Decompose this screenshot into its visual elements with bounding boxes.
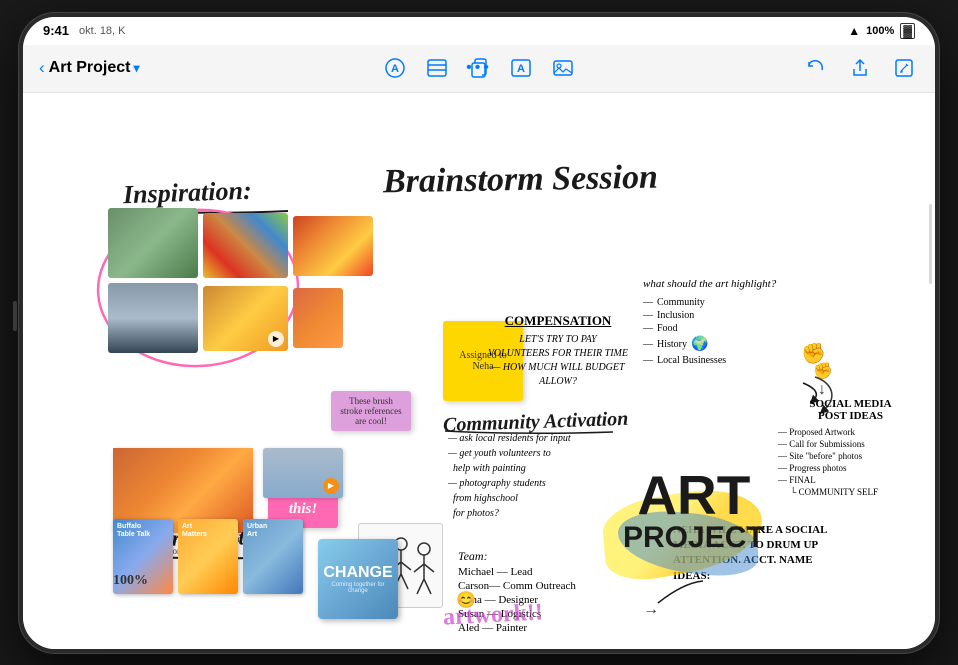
highlight-history: History 🌍 [643,335,823,354]
svg-text:A: A [391,63,399,75]
change-subtitle: Coming together for change [318,582,398,594]
book-cover-3[interactable]: UrbanArt [243,519,303,594]
dropdown-icon[interactable]: ▾ [133,61,139,75]
ca-item-1: — ask local residents for input [448,431,633,446]
team-member-2: Carson— Comm Outreach [458,579,648,593]
brainstorm-title: Brainstorm Session [383,158,659,201]
toolbar-tools: A [380,53,578,83]
canvas[interactable]: Inspiration: Brainstorm Session [23,93,935,649]
document-title[interactable]: Art Project ▾ [49,59,140,77]
toolbar: ‹ Art Project ▾ ••• A [23,45,935,93]
photo-4[interactable] [108,283,198,353]
compensation-title: COMPENSATION [488,313,628,329]
back-button[interactable]: ‹ [39,58,45,78]
photo-1[interactable] [108,208,198,278]
share-button[interactable] [845,53,875,83]
project-text: PROJECT [623,523,765,553]
ipad-frame: 9:41 okt. 18, K ▲ 100% ▓ ‹ Art Project ▾… [19,13,939,653]
highlight-local: Local Businesses [643,354,823,367]
cars-photo[interactable]: ▶ [263,448,343,498]
photo-6[interactable] [293,288,343,348]
compensation-box: COMPENSATION LET'S TRY TO PAY VOLUNTEERS… [488,313,628,389]
media-tool[interactable] [548,53,578,83]
side-button[interactable] [13,301,17,331]
battery-level: 100% [866,25,894,37]
photo-2[interactable] [203,213,288,278]
change-title: CHANGE [323,564,392,582]
art-project-big: ART PROJECT [623,468,765,553]
social-item-before: Site "before" photos [778,450,923,462]
sticky-brush-strokes[interactable]: These brush stroke references are cool! [331,391,411,431]
edit-button[interactable] [889,53,919,83]
community-activation-items: — ask local residents for input — get yo… [448,431,633,521]
ipad-screen: 9:41 okt. 18, K ▲ 100% ▓ ‹ Art Project ▾… [23,17,935,649]
highlight-title: what should the art highlight? [643,278,823,290]
social-media-box: SOCIAL MEDIAPOST IDEAS Proposed Artwork … [778,398,923,498]
undo-button[interactable] [801,53,831,83]
text-tool[interactable]: A [506,53,536,83]
arrow-team: → [643,601,659,619]
highlight-food: Food [643,322,823,335]
toolbar-right [801,53,919,83]
highlight-inclusion: Inclusion [643,309,823,322]
photo-3[interactable] [293,216,373,276]
social-item-progress: Progress photos [778,462,923,474]
change-book[interactable]: CHANGE Coming together for change [318,539,398,619]
annotate-tool[interactable]: A [380,53,410,83]
status-date: okt. 18, K [79,25,125,37]
signature: - Ard/Good [673,646,728,648]
layout-tool[interactable] [422,53,452,83]
social-item-final: FINAL [778,474,923,486]
fist-emoji-2: ✊ [813,361,833,381]
photo-5[interactable]: ▶ [203,286,288,351]
bottom-scribble: artwork!! [442,599,543,631]
compensation-text: LET'S TRY TO PAY VOLUNTEERS FOR THEIR TI… [488,333,628,389]
scroll-handle[interactable] [929,204,932,284]
wifi-icon: ▲ [848,24,860,38]
inspiration-title: Inspiration: [123,175,253,209]
svg-text:A: A [517,63,525,75]
social-item-submissions: Call for Submissions [778,438,923,450]
book-cover-2[interactable]: ArtMatters [178,519,238,594]
battery-icon: ▓ [900,23,915,39]
art-text: ART [623,468,765,523]
photo-grid: ▶ [108,208,338,358]
ca-item-3: — photography students from highschool f… [448,476,633,521]
status-right: ▲ 100% ▓ [848,23,915,39]
badge-100: 100% [113,573,148,589]
copy-tool[interactable] [464,53,494,83]
arrow-decoration: ↓ [818,381,826,399]
toolbar-left: ‹ Art Project ▾ [39,58,199,78]
highlight-community: Community [643,296,823,309]
status-time: 9:41 [43,23,69,38]
status-left: 9:41 okt. 18, K [43,23,126,38]
social-title: SOCIAL MEDIAPOST IDEAS [778,398,923,422]
ca-item-2: — get youth volunteers to help with pain… [448,446,633,476]
highlight-box: what should the art highlight? Community… [643,278,823,367]
social-item-artwork: Proposed Artwork [778,426,923,438]
status-bar: 9:41 okt. 18, K ▲ 100% ▓ [23,17,935,45]
